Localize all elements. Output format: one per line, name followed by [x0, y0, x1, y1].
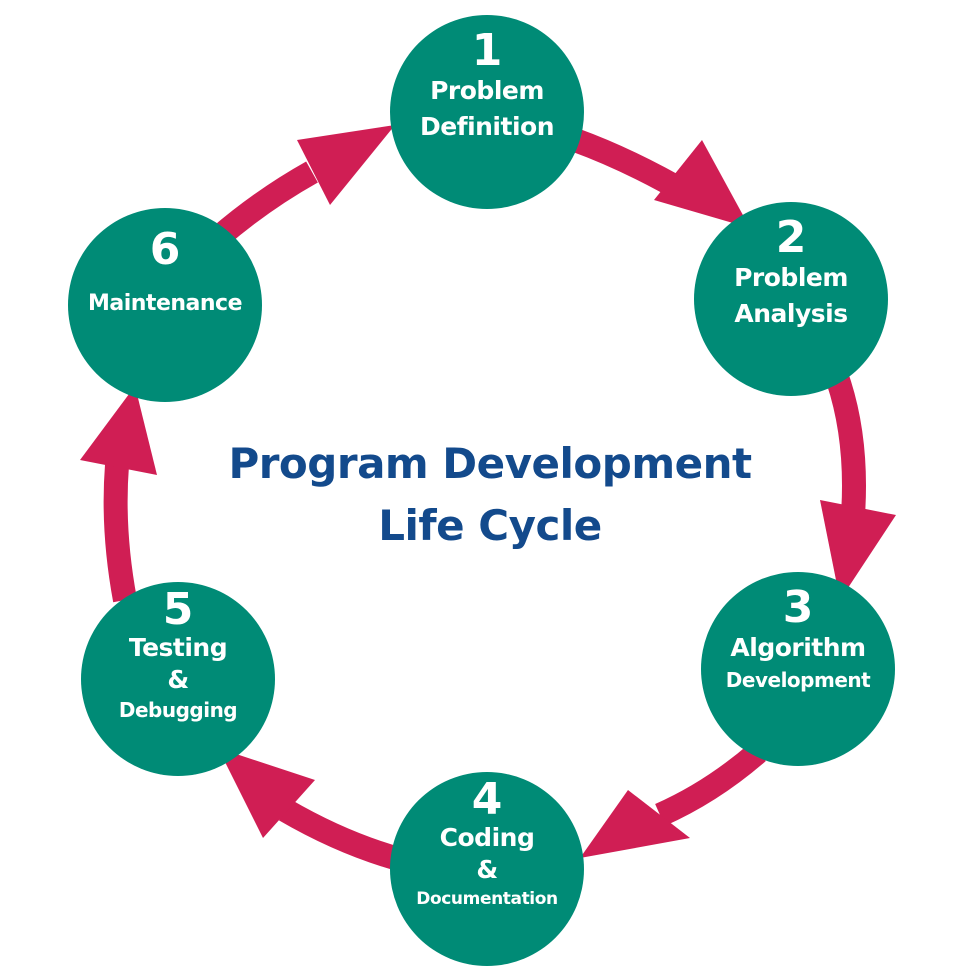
- arrow-6-to-1-head: [297, 125, 395, 205]
- step-label: &: [476, 855, 498, 884]
- step-number: 5: [162, 584, 194, 635]
- step-label: Analysis: [734, 299, 848, 328]
- diagram-title-line-1: Program Development: [228, 439, 752, 488]
- step-label: Documentation: [416, 889, 558, 909]
- arrow-6-to-1-shaft: [210, 161, 318, 248]
- step-number: 1: [471, 25, 503, 76]
- step-3-algorithm-development: 3 Algorithm Development: [701, 572, 895, 766]
- arrow-4-to-5-shaft: [278, 799, 399, 870]
- arrow-3-to-4-shaft: [655, 742, 766, 826]
- step-number: 3: [782, 582, 814, 633]
- step-label: Definition: [419, 112, 555, 141]
- step-number: 4: [471, 774, 503, 825]
- step-number: 6: [149, 224, 181, 275]
- step-label: Maintenance: [87, 291, 243, 316]
- step-label: Debugging: [118, 698, 238, 722]
- step-5-testing-debugging: 5 Testing & Debugging: [81, 582, 275, 776]
- step-label: Problem: [430, 76, 544, 105]
- step-label: Development: [725, 668, 871, 692]
- arrow-1-to-2-head: [654, 140, 750, 228]
- step-1-problem-definition: 1 Problem Definition: [390, 15, 584, 209]
- step-label: Coding: [439, 823, 535, 852]
- step-2-problem-analysis: 2 Problem Analysis: [694, 202, 888, 396]
- step-label: Problem: [734, 263, 848, 292]
- diagram-title-line-2: Life Cycle: [378, 501, 602, 550]
- step-4-coding-documentation: 4 Coding & Documentation: [390, 772, 584, 966]
- step-label: Algorithm: [730, 633, 866, 662]
- step-label: Testing: [128, 633, 228, 662]
- step-label: &: [167, 665, 189, 694]
- step-number: 2: [775, 212, 807, 263]
- step-6-maintenance: 6 Maintenance: [68, 208, 262, 402]
